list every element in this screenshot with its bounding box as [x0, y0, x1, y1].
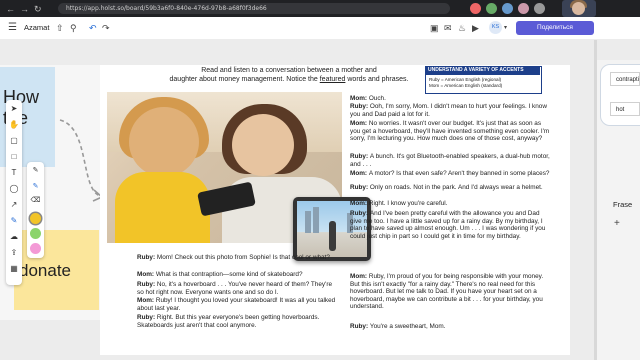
image-icon[interactable]: ▣: [430, 21, 439, 35]
sticky-note-icon[interactable]: □: [6, 151, 22, 163]
accent-ruby: Ruby = American English (regional): [429, 77, 502, 82]
dialogue-line: Mom: Ouch.: [350, 95, 550, 103]
speaker-label: Ruby:: [350, 210, 370, 217]
phrases-heading: Frase: [613, 200, 633, 209]
dialogue-text: Ruby! I thought you loved your skateboar…: [137, 297, 336, 312]
dialogue-line: Mom: A motor? Is that even safe? Aren't …: [350, 170, 550, 178]
dialogue-line: Ruby: Right. But this year everyone's be…: [137, 314, 337, 329]
reload-icon[interactable]: ↻: [34, 4, 42, 15]
speaker-label: Mom:: [350, 120, 369, 127]
dialogue-text: Ouch.: [368, 95, 386, 102]
dialogue-line: Ruby: No, it's a hoverboard . . . You've…: [137, 281, 337, 296]
color-green[interactable]: [30, 228, 41, 239]
menu-icon[interactable]: ☰: [8, 21, 17, 35]
speaker-label: Ruby:: [137, 254, 157, 261]
extension-icon[interactable]: [518, 3, 529, 14]
upload-icon[interactable]: ⇪: [6, 247, 22, 259]
dialogue-line: Ruby: Ooh, I'm sorry, Mom. I didn't mean…: [350, 103, 550, 118]
undo-icon[interactable]: ↶: [89, 21, 97, 35]
address-bar[interactable]: https://app.holst.so/board/59b3a6f0-840e…: [58, 3, 450, 14]
dialogue-line: Mom: Ruby! I thought you loved your skat…: [137, 297, 337, 312]
speaker-label: Ruby:: [350, 153, 370, 160]
accents-title: UNDERSTAND A VARIETY OF ACCENTS: [425, 66, 540, 75]
plus-icon[interactable]: +: [614, 218, 620, 229]
webcam-overlay: [562, 0, 596, 17]
arrow-right-icon[interactable]: →: [20, 4, 29, 14]
speaker-label: Ruby:: [350, 323, 370, 330]
dialogue-line: Mom: Right. I know you're careful.: [350, 200, 550, 208]
extension-icon[interactable]: [470, 3, 481, 14]
speaker-label: Ruby:: [350, 103, 370, 110]
vocab-item-contraption[interactable]: contrapti: [610, 72, 640, 86]
dialogue-text: Right. I know you're careful.: [368, 200, 448, 207]
comment-icon[interactable]: ☁: [6, 231, 22, 243]
color-yellow[interactable]: [30, 213, 41, 224]
dialogue-text: No, it's a hoverboard . . . You've never…: [137, 281, 333, 296]
upload-icon[interactable]: ⇧: [56, 21, 64, 35]
speaker-label: Ruby:: [137, 281, 157, 288]
dialogue-text: A motor? Is that even safe? Aren't they …: [368, 170, 550, 177]
dialogue-line: Ruby: You're a sweetheart, Mom.: [350, 323, 550, 331]
color-pink[interactable]: [30, 243, 41, 254]
dialogue-line: Ruby: Only on roads. Not in the park. An…: [350, 184, 550, 192]
dialogue-text: What is that contraption—some kind of sk…: [155, 271, 303, 278]
slide-text-donate: donate: [19, 261, 71, 280]
pen-icon[interactable]: ✎: [6, 215, 22, 227]
marker-icon[interactable]: ✎: [27, 182, 44, 190]
lesson-intro: Read and listen to a conversation betwee…: [169, 67, 409, 83]
dialogue-line: Mom: What is that contraption—some kind …: [137, 271, 337, 279]
pen-icon[interactable]: ✎: [27, 166, 44, 174]
extension-icon[interactable]: [502, 3, 513, 14]
frame-icon[interactable]: ▢: [6, 135, 22, 147]
redo-icon[interactable]: ↷: [102, 21, 110, 35]
extension-icon[interactable]: [486, 3, 497, 14]
app-toolbar: ☰ Azamat ⇧ ⚲ ↶ ↷ ▣ ✉ ♨ ▶ KS ▾ Поделиться: [0, 17, 640, 40]
dialogue-text: No worries. It wasn't over our budget. I…: [350, 120, 550, 143]
cursor-icon[interactable]: ➤: [6, 103, 22, 115]
speaker-label: Mom:: [137, 271, 156, 278]
dialogue-line: Ruby: Mom! Check out this photo from Sop…: [137, 254, 337, 262]
dialogue-text: A bunch. It's got Bluetooth-enabled spea…: [350, 153, 550, 168]
dialogue-line: Mom: Ruby, I'm proud of you for being re…: [350, 273, 550, 311]
dialogue-text: You're a sweetheart, Mom.: [369, 323, 446, 330]
template-icon[interactable]: ▦: [6, 263, 22, 275]
shape-icon[interactable]: ◯: [6, 183, 22, 195]
chevron-down-icon[interactable]: ▾: [504, 21, 507, 35]
bell-icon[interactable]: ♨: [458, 21, 466, 35]
speaker-label: Mom:: [350, 200, 369, 207]
dialogue-line: Mom: No worries. It wasn't over our budg…: [350, 120, 550, 143]
dialogue-text: Only on roads. Not in the park. And I'd …: [369, 184, 543, 191]
connector-icon[interactable]: ↗: [6, 199, 22, 211]
speaker-label: Ruby:: [137, 314, 157, 321]
dialogue-text: Ooh, I'm sorry, Mom. I didn't mean to hu…: [350, 103, 547, 118]
vocab-item-hot[interactable]: hot: [610, 102, 640, 116]
text-icon[interactable]: T: [6, 167, 22, 179]
share-button[interactable]: Поделиться: [516, 21, 594, 35]
browser-chrome: ← → ↻ https://app.holst.so/board/59b3a6f…: [0, 0, 640, 17]
search-icon[interactable]: ⚲: [70, 21, 77, 35]
eraser-icon[interactable]: ⌫: [27, 196, 44, 204]
dialogue-line: Ruby: And I've been pretty careful with …: [350, 210, 550, 240]
pen-options: ✎ ✎ ⌫: [27, 162, 44, 258]
speaker-label: Ruby:: [350, 184, 370, 191]
chat-icon[interactable]: ✉: [444, 21, 452, 35]
speaker-label: Mom:: [350, 273, 369, 280]
play-icon[interactable]: ▶: [472, 21, 479, 35]
arrow-left-icon[interactable]: ←: [6, 4, 15, 14]
dialogue-text: Mom! Check out this photo from Sophie! I…: [156, 254, 330, 261]
drawing-toolbar: ➤ ✋ ▢ □ T ◯ ↗ ✎ ☁ ⇪ ▦: [6, 100, 22, 285]
hand-icon[interactable]: ✋: [6, 119, 22, 131]
dialogue-line: Ruby: A bunch. It's got Bluetooth-enable…: [350, 153, 550, 168]
dialogue-text: Ruby, I'm proud of you for being respons…: [350, 273, 544, 311]
avatar[interactable]: KS: [489, 21, 502, 34]
board-name[interactable]: Azamat: [24, 21, 49, 35]
speaker-label: Mom:: [137, 297, 156, 304]
dialogue-text: And I've been pretty careful with the al…: [350, 210, 546, 240]
dialogue-text: Right. But this year everyone's been get…: [137, 314, 320, 329]
accent-mom: Mom = American English (standard): [429, 83, 503, 88]
speaker-label: Mom:: [350, 95, 369, 102]
speaker-label: Mom:: [350, 170, 369, 177]
extension-icon[interactable]: [534, 3, 545, 14]
